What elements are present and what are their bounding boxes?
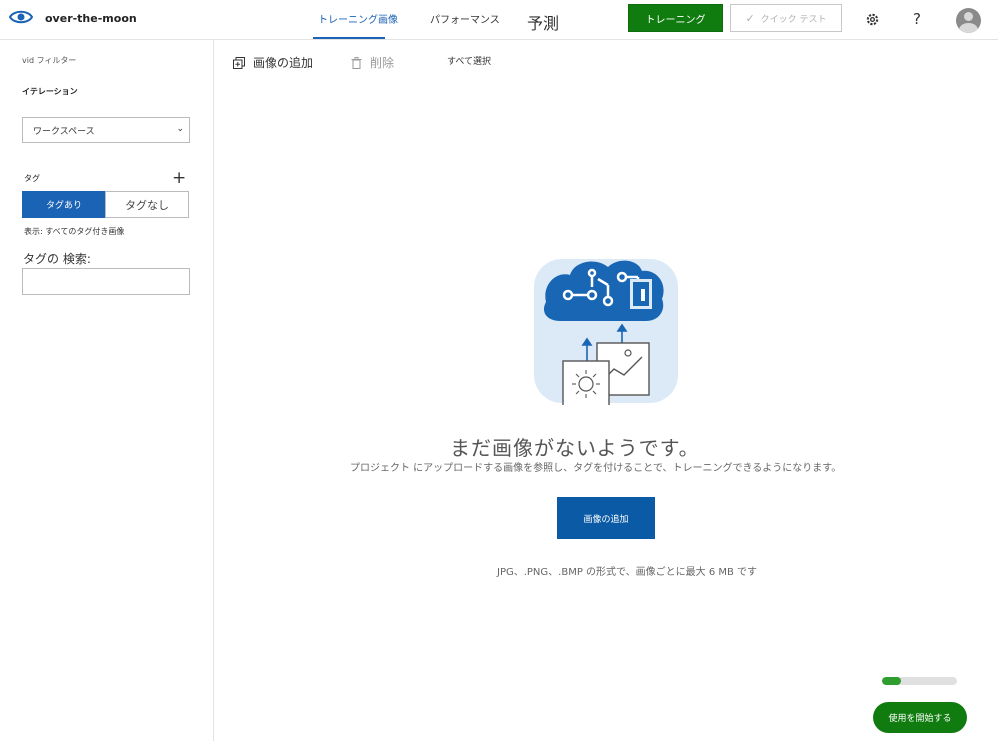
- train-button[interactable]: トレーニング: [628, 4, 723, 32]
- quick-test-label: クイック テスト: [760, 14, 827, 25]
- avatar[interactable]: [956, 8, 981, 33]
- delete-label: 削除: [370, 56, 395, 70]
- supported-formats-text: JPG、.PNG、.BMP の形式で、画像ごとに最大 6 MB です: [497, 567, 758, 578]
- get-started-button[interactable]: 使用を開始する: [873, 702, 967, 733]
- iteration-label: イテレーション: [22, 87, 78, 96]
- tag-search-input[interactable]: [22, 268, 190, 295]
- gear-icon[interactable]: [862, 9, 882, 29]
- project-title[interactable]: over-the-moon: [45, 12, 137, 25]
- empty-state-title: まだ画像がないようです。: [450, 436, 700, 460]
- add-images-toolbar-button[interactable]: 画像の追加: [233, 54, 313, 71]
- filter-sidebar: vid フィルター イテレーション ワークスペース ⌄ タグ + タグあり タグ…: [0, 40, 214, 741]
- add-image-icon: [233, 56, 245, 69]
- iteration-select[interactable]: ワークスペース ⌄: [22, 117, 190, 143]
- select-all-button[interactable]: すべて選択: [447, 54, 491, 67]
- getting-started-progress: [882, 677, 957, 685]
- empty-state-subtitle: プロジェクト にアップロードする画像を参照し、タグを付けることで、トレーニングで…: [350, 463, 842, 474]
- quick-test-button[interactable]: ✓ クイック テスト: [730, 4, 842, 32]
- add-tag-icon[interactable]: +: [172, 168, 186, 188]
- tagged-toggle[interactable]: タグあり: [22, 191, 106, 218]
- progress-fill: [882, 677, 901, 685]
- upload-images-illustration: [534, 259, 678, 405]
- trash-icon: [351, 56, 362, 69]
- show-filter-text: 表示: すべてのタグ付き画像: [24, 227, 125, 236]
- chevron-down-icon: ⌄: [176, 124, 184, 134]
- top-bar: over-the-moon トレーニング画像 パフォーマンス 予測 トレーニング…: [0, 0, 998, 40]
- iteration-value: ワークスペース: [33, 126, 95, 137]
- tab-prediction[interactable]: 予測: [527, 10, 559, 34]
- filter-label: vid フィルター: [22, 56, 77, 65]
- delete-button[interactable]: 削除: [351, 54, 394, 71]
- add-images-button[interactable]: 画像の追加: [557, 497, 655, 539]
- tab-performance[interactable]: パフォーマンス: [430, 11, 500, 26]
- untagged-toggle[interactable]: タグなし: [105, 191, 189, 218]
- active-tab-indicator: [313, 37, 385, 39]
- help-icon[interactable]: ?: [907, 9, 927, 29]
- tags-label: タグ: [24, 174, 40, 183]
- tab-training-images[interactable]: トレーニング画像: [318, 11, 398, 26]
- eye-icon[interactable]: [9, 8, 33, 26]
- tag-search-label: タグの 検索:: [23, 252, 91, 266]
- checkmark-icon: ✓: [745, 11, 755, 25]
- add-images-label: 画像の追加: [253, 56, 314, 70]
